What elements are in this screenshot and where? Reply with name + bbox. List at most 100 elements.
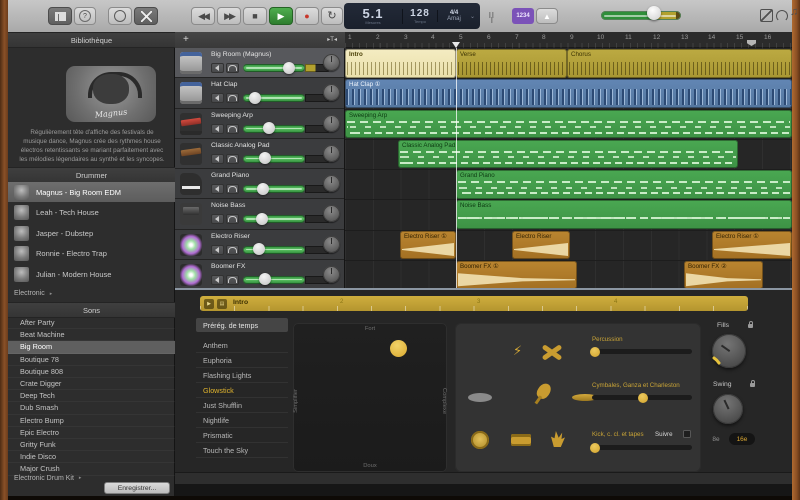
metronome-button[interactable]: ▲ <box>536 8 558 24</box>
quick-help-button[interactable]: ? <box>74 7 96 25</box>
tambourine-icon[interactable] <box>468 393 492 402</box>
region-chorus[interactable]: Chorus <box>567 49 792 78</box>
region-noise-bass[interactable]: Noise Bass <box>456 200 792 229</box>
sound-item[interactable]: Indie Disco <box>8 451 175 464</box>
sound-item[interactable]: After Party <box>8 317 175 330</box>
sixteenth-note-button[interactable]: 16e <box>729 433 755 445</box>
solo-button[interactable] <box>226 184 239 194</box>
region-electro-riser-2[interactable]: Electro Riser <box>512 230 570 259</box>
electronic-perc-icon[interactable]: ⚡ <box>513 343 522 359</box>
solo-button[interactable] <box>226 214 239 225</box>
chevron-down-icon[interactable]: ⌄ <box>470 13 480 20</box>
snare-808-icon[interactable] <box>511 434 531 446</box>
pan-knob[interactable] <box>323 84 340 102</box>
region-boomer-fx-2[interactable]: Boomer FX ② <box>684 260 763 290</box>
drummer-item-magnus[interactable]: Magnus - Big Room EDM <box>8 182 175 202</box>
track-row-boomer-fx[interactable]: Boomer FX <box>175 259 344 290</box>
percussion-knob[interactable] <box>590 346 600 357</box>
track-row-big-room[interactable]: Big Room (Magnus) <box>175 48 344 79</box>
percussion-slider[interactable] <box>592 349 692 354</box>
sound-item-selected[interactable]: Big Room <box>8 341 175 354</box>
volume-slider[interactable] <box>243 275 305 284</box>
xy-puck[interactable] <box>390 340 407 357</box>
kick-drum-icon[interactable] <box>471 431 489 449</box>
region-electro-riser-1[interactable]: Electro Riser ① <box>400 230 456 259</box>
preset-item[interactable]: Touch the Sky <box>196 443 288 458</box>
kick-slider[interactable] <box>592 445 692 450</box>
mute-button[interactable] <box>211 184 224 194</box>
lock-icon[interactable] <box>750 380 755 387</box>
kick-knob[interactable] <box>590 442 600 453</box>
cut-button[interactable] <box>134 7 158 25</box>
volume-knob[interactable] <box>257 182 269 195</box>
drummer-item-ronnie[interactable]: Ronnie - Electro Trap <box>8 244 175 264</box>
master-volume-knob[interactable] <box>647 6 661 20</box>
notepad-icon[interactable] <box>760 9 773 27</box>
mute-button[interactable] <box>211 153 224 164</box>
track-row-hat-clap[interactable]: Hat Clap <box>175 78 344 109</box>
sound-item[interactable]: Deep Tech <box>8 390 175 403</box>
preset-item-selected[interactable]: Glowstick <box>196 383 288 398</box>
stop-button[interactable]: ■ <box>243 7 267 25</box>
xy-pad[interactable]: Fort Doux Simplifier Complexe <box>293 323 447 472</box>
lock-icon[interactable] <box>748 321 753 328</box>
pan-knob[interactable] <box>323 144 340 162</box>
editor-scrollbar-strip[interactable] <box>175 472 792 484</box>
master-volume-meter[interactable] <box>601 11 681 20</box>
sound-item[interactable]: Dub Smash <box>8 402 175 415</box>
region-boomer-fx-1[interactable]: Boomer FX ① <box>456 260 577 290</box>
shaker-icon[interactable] <box>534 381 554 401</box>
track-row-electro-riser[interactable]: Electro Riser <box>175 229 344 260</box>
region-intro[interactable]: Intro <box>345 49 456 78</box>
mute-button[interactable] <box>211 93 224 104</box>
preset-item[interactable]: Anthem <box>196 338 288 353</box>
editor-region-bar[interactable]: ▶ ▤ Intro 2 3 4 <box>200 296 748 311</box>
pan-knob[interactable] <box>323 175 340 192</box>
lcd-display[interactable]: 5.1 Mesures 128 Tempo 4/4 Amaj ⌄ <box>344 3 480 29</box>
volume-slider[interactable] <box>243 215 305 224</box>
sound-item[interactable]: Boutique 808 <box>8 366 175 378</box>
volume-knob[interactable] <box>263 122 275 134</box>
drummer-item-jasper[interactable]: Jasper - Dubstep <box>8 223 175 243</box>
timeline-ruler[interactable]: 1 2 3 4 5 6 7 8 9 10 11 12 13 14 15 16 <box>345 32 792 48</box>
rewind-button[interactable]: ◀◀ <box>191 7 215 25</box>
library-toggle-button[interactable] <box>48 7 72 25</box>
mute-button[interactable] <box>211 244 224 255</box>
volume-knob[interactable] <box>249 91 261 104</box>
loop-browser-icon[interactable] <box>776 9 788 27</box>
sound-item[interactable]: Gritty Funk <box>8 439 175 452</box>
region-classic-analog-pad[interactable]: Classic Analog Pad <box>398 139 738 169</box>
region-sweeping-arp[interactable]: Sweeping Arp <box>345 109 792 138</box>
swing-knob[interactable] <box>713 394 743 424</box>
solo-button[interactable] <box>226 63 239 73</box>
volume-slider[interactable] <box>243 64 305 72</box>
sound-item[interactable]: Epic Electro <box>8 427 175 439</box>
track-zoom-button[interactable]: ▸T◂ <box>327 36 337 43</box>
count-in-button[interactable]: 1234 <box>512 8 534 24</box>
pan-knob[interactable] <box>323 235 340 253</box>
drummer-item-julian[interactable]: Julian - Modern House <box>8 264 175 284</box>
cymbals-knob[interactable] <box>638 392 648 403</box>
clap-hand-icon[interactable] <box>551 431 565 447</box>
save-button[interactable]: Enregistrer... <box>104 482 170 494</box>
preset-item[interactable]: Euphoria <box>196 353 288 368</box>
add-track-button[interactable]: + <box>183 34 189 45</box>
track-row-grand-piano[interactable]: Grand Piano <box>175 169 344 200</box>
volume-knob[interactable] <box>283 61 295 74</box>
pan-knob[interactable] <box>323 205 340 223</box>
category-electronic[interactable]: Electronic ▸ <box>8 287 175 300</box>
region-verse[interactable]: Verse <box>456 49 567 78</box>
drummer-item-leah[interactable]: Leah - Tech House <box>8 203 175 223</box>
solo-button[interactable] <box>226 153 239 164</box>
solo-button[interactable] <box>226 123 239 134</box>
volume-slider[interactable] <box>243 154 305 163</box>
region-hat-clap[interactable]: Hat Clap ① <box>345 79 792 108</box>
mute-button[interactable] <box>211 63 224 73</box>
track-row-classic-analog-pad[interactable]: Classic Analog Pad <box>175 138 344 169</box>
track-row-noise-bass[interactable]: Noise Bass <box>175 199 344 230</box>
pan-knob[interactable] <box>323 265 340 283</box>
mute-button[interactable] <box>211 274 224 285</box>
preset-item[interactable]: Flashing Lights <box>196 368 288 383</box>
fills-knob[interactable] <box>712 334 746 368</box>
tuner-button[interactable] <box>108 7 132 25</box>
